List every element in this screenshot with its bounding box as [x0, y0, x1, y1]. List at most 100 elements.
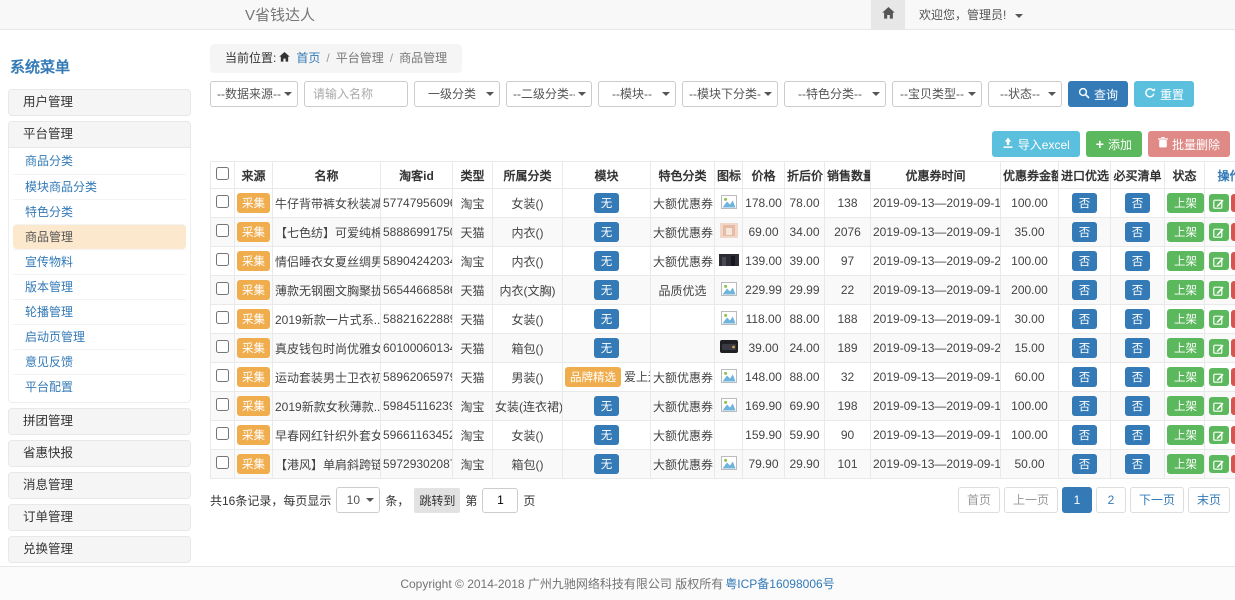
status-button[interactable]: 上架 [1167, 338, 1204, 358]
sidebar-subitem-启动页管理[interactable]: 启动页管理 [13, 324, 186, 349]
row-checkbox[interactable] [216, 398, 229, 411]
sidebar-subitem-轮播管理[interactable]: 轮播管理 [13, 299, 186, 324]
toggle-must-buy-button[interactable]: 否 [1125, 396, 1151, 416]
row-checkbox[interactable] [216, 311, 229, 324]
sidebar-subitem-商品管理[interactable]: 商品管理 [13, 224, 186, 249]
status-select[interactable]: --状态-- [988, 81, 1062, 107]
row-checkbox[interactable] [216, 253, 229, 266]
delete-button[interactable] [1231, 368, 1235, 386]
sidebar-item-省惠快报[interactable]: 省惠快报 [8, 440, 191, 467]
row-checkbox[interactable] [216, 340, 229, 353]
toggle-must-buy-button[interactable]: 否 [1125, 251, 1151, 271]
toggle-must-buy-button[interactable]: 否 [1125, 454, 1151, 474]
delete-button[interactable] [1231, 310, 1235, 328]
delete-button[interactable] [1231, 281, 1235, 299]
status-button[interactable]: 上架 [1167, 367, 1204, 387]
sidebar-item-拼团管理[interactable]: 拼团管理 [8, 408, 191, 435]
edit-button[interactable] [1209, 252, 1229, 270]
sidebar-subitem-商品分类[interactable]: 商品分类 [13, 149, 186, 174]
status-button[interactable]: 上架 [1167, 222, 1204, 242]
module-sub-category-select[interactable]: --模块下分类-- [682, 81, 778, 107]
status-button[interactable]: 上架 [1167, 193, 1204, 213]
data-source-select[interactable]: --数据来源-- [210, 81, 298, 107]
level1-category-select[interactable]: 一级分类 [414, 81, 500, 107]
sidebar-subitem-平台配置[interactable]: 平台配置 [13, 374, 186, 399]
edit-button[interactable] [1209, 455, 1229, 473]
page-button-下一页[interactable]: 下一页 [1130, 487, 1184, 513]
select-all-checkbox[interactable] [216, 167, 229, 180]
status-button[interactable]: 上架 [1167, 454, 1204, 474]
module-select[interactable]: --模块-- [598, 81, 676, 107]
name-input[interactable] [304, 81, 408, 107]
delete-button[interactable] [1231, 397, 1235, 415]
level2-category-select[interactable]: --二级分类-- [506, 81, 592, 107]
page-button-上一页[interactable]: 上一页 [1004, 487, 1058, 513]
sidebar-item-消息管理[interactable]: 消息管理 [8, 472, 191, 499]
jump-page-input[interactable] [482, 488, 518, 513]
edit-button[interactable] [1209, 397, 1229, 415]
sidebar-subitem-意见反馈[interactable]: 意见反馈 [13, 349, 186, 374]
user-menu[interactable]: 欢迎您，管理员! [905, 6, 1235, 23]
sidebar-item-平台管理[interactable]: 平台管理 [8, 121, 191, 148]
page-button-1[interactable]: 1 [1062, 487, 1092, 513]
import-excel-button[interactable]: 导入excel [992, 131, 1080, 157]
status-button[interactable]: 上架 [1167, 396, 1204, 416]
page-button-首页[interactable]: 首页 [958, 487, 1000, 513]
toggle-must-buy-button[interactable]: 否 [1125, 425, 1151, 445]
sidebar-item-订单管理[interactable]: 订单管理 [8, 504, 191, 531]
page-button-末页[interactable]: 末页 [1188, 487, 1230, 513]
row-checkbox[interactable] [216, 195, 229, 208]
delete-button[interactable] [1231, 455, 1235, 473]
row-checkbox[interactable] [216, 224, 229, 237]
toggle-import-button[interactable]: 否 [1072, 251, 1098, 271]
sidebar-item-用户管理[interactable]: 用户管理 [8, 89, 191, 116]
toggle-must-buy-button[interactable]: 否 [1125, 367, 1151, 387]
sidebar-subitem-特色分类[interactable]: 特色分类 [13, 199, 186, 224]
add-button[interactable]: + 添加 [1086, 131, 1142, 157]
toggle-import-button[interactable]: 否 [1072, 338, 1098, 358]
toggle-must-buy-button[interactable]: 否 [1125, 338, 1151, 358]
status-button[interactable]: 上架 [1167, 309, 1204, 329]
toggle-must-buy-button[interactable]: 否 [1125, 193, 1151, 213]
sidebar-item-兑换管理[interactable]: 兑换管理 [8, 536, 191, 563]
row-checkbox[interactable] [216, 369, 229, 382]
per-page-select[interactable]: 10 [336, 487, 380, 513]
sidebar-subitem-模块商品分类[interactable]: 模块商品分类 [13, 174, 186, 199]
edit-button[interactable] [1209, 426, 1229, 444]
toggle-import-button[interactable]: 否 [1072, 396, 1098, 416]
icp-link[interactable]: 粤ICP备16098006号 [725, 575, 834, 592]
feature-category-select[interactable]: --特色分类-- [784, 81, 886, 107]
edit-button[interactable] [1209, 368, 1229, 386]
toggle-import-button[interactable]: 否 [1072, 280, 1098, 300]
reset-button[interactable]: 重置 [1134, 81, 1194, 107]
sidebar-subitem-版本管理[interactable]: 版本管理 [13, 274, 186, 299]
toggle-import-button[interactable]: 否 [1072, 454, 1098, 474]
page-button-2[interactable]: 2 [1096, 487, 1126, 513]
edit-button[interactable] [1209, 310, 1229, 328]
toggle-must-buy-button[interactable]: 否 [1125, 280, 1151, 300]
toggle-import-button[interactable]: 否 [1072, 425, 1098, 445]
row-checkbox[interactable] [216, 456, 229, 469]
delete-button[interactable] [1231, 426, 1235, 444]
batch-delete-button[interactable]: 批量删除 [1148, 131, 1230, 157]
row-checkbox[interactable] [216, 427, 229, 440]
toggle-must-buy-button[interactable]: 否 [1125, 309, 1151, 329]
delete-button[interactable] [1231, 194, 1235, 212]
edit-button[interactable] [1209, 223, 1229, 241]
toggle-import-button[interactable]: 否 [1072, 309, 1098, 329]
toggle-import-button[interactable]: 否 [1072, 367, 1098, 387]
edit-button[interactable] [1209, 281, 1229, 299]
search-button[interactable]: 查询 [1068, 81, 1128, 107]
item-type-select[interactable]: --宝贝类型-- [892, 81, 982, 107]
edit-button[interactable] [1209, 339, 1229, 357]
row-checkbox[interactable] [216, 282, 229, 295]
toggle-import-button[interactable]: 否 [1072, 222, 1098, 242]
delete-button[interactable] [1231, 223, 1235, 241]
home-button[interactable] [871, 0, 905, 29]
delete-button[interactable] [1231, 252, 1235, 270]
delete-button[interactable] [1231, 339, 1235, 357]
toggle-import-button[interactable]: 否 [1072, 193, 1098, 213]
jump-button[interactable]: 跳转到 [414, 488, 460, 513]
status-button[interactable]: 上架 [1167, 251, 1204, 271]
sidebar-subitem-宣传物料[interactable]: 宣传物料 [13, 249, 186, 274]
